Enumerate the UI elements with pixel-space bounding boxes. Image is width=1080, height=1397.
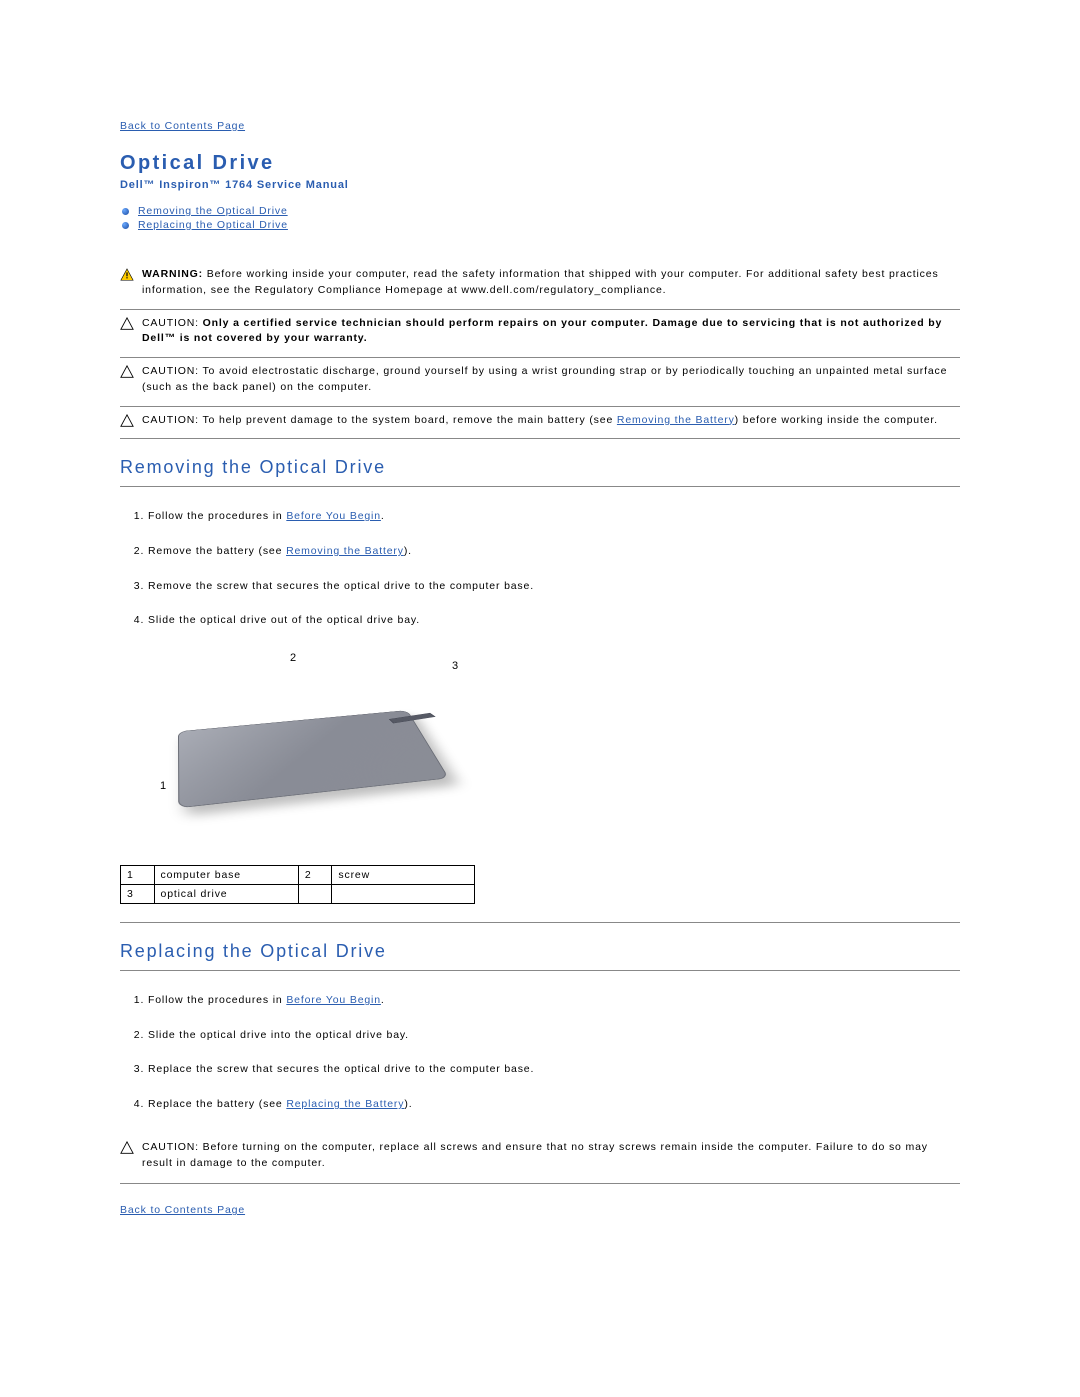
caution-final-text: Before turning on the computer, replace …: [142, 1141, 928, 1169]
caution-battery-before: To help prevent damage to the system boa…: [202, 414, 616, 426]
caution-prefix: CAUTION:: [142, 317, 203, 329]
divider: [120, 922, 960, 923]
step-text: ).: [404, 545, 412, 557]
toc-link-removing[interactable]: Removing the Optical Drive: [138, 205, 288, 217]
removing-steps: Follow the procedures in Before You Begi…: [120, 509, 960, 628]
step-text: Slide the optical drive out of the optic…: [148, 614, 420, 626]
caution-battery: CAUTION: To help prevent damage to the s…: [120, 407, 960, 435]
link-replacing-battery[interactable]: Replacing the Battery: [286, 1098, 404, 1110]
caution-esd-text: To avoid electrostatic discharge, ground…: [142, 365, 947, 393]
caution-authorized: CAUTION: Only a certified service techni…: [120, 310, 960, 354]
table-row: 3 optical drive: [121, 885, 475, 904]
link-before-you-begin[interactable]: Before You Begin: [286, 994, 381, 1006]
figure-optical-drive: 1 2 3: [140, 650, 470, 845]
step-text: .: [381, 510, 385, 522]
cell-3-label: optical drive: [154, 885, 298, 904]
step-text: Follow the procedures in: [148, 994, 286, 1006]
back-to-contents-link-bottom[interactable]: Back to Contents Page: [120, 1204, 960, 1216]
warning-prefix: WARNING:: [142, 268, 207, 280]
link-removing-battery[interactable]: Removing the Battery: [286, 545, 404, 557]
caution-icon: [120, 414, 134, 428]
page-title: Optical Drive: [120, 152, 960, 175]
toc-link-replacing[interactable]: Replacing the Optical Drive: [138, 219, 288, 231]
callout-2: 2: [290, 652, 297, 664]
cell-1-label: computer base: [154, 866, 298, 885]
caution-icon: [120, 1141, 134, 1155]
step-text: Follow the procedures in: [148, 510, 286, 522]
back-to-contents-link-top[interactable]: Back to Contents Page: [120, 120, 960, 132]
warning-text: Before working inside your computer, rea…: [142, 268, 939, 296]
link-before-you-begin[interactable]: Before You Begin: [286, 510, 381, 522]
callout-1: 1: [160, 780, 167, 792]
replacing-steps: Follow the procedures in Before You Begi…: [120, 993, 960, 1112]
caution-prefix: CAUTION:: [142, 414, 202, 426]
replacing-step-2: Slide the optical drive into the optical…: [148, 1028, 960, 1043]
removing-step-3: Remove the screw that secures the optica…: [148, 579, 960, 594]
table-row: 1 computer base 2 screw: [121, 866, 475, 885]
step-text: ).: [404, 1098, 412, 1110]
warning-safety: WARNING: Before working inside your comp…: [120, 261, 960, 305]
cell-empty: [298, 885, 332, 904]
page-subtitle: Dell™ Inspiron™ 1764 Service Manual: [120, 179, 960, 191]
cell-2-num: 2: [298, 866, 332, 885]
replacing-step-1: Follow the procedures in Before You Begi…: [148, 993, 960, 1008]
section-replacing-title: Replacing the Optical Drive: [120, 941, 960, 971]
link-removing-battery[interactable]: Removing the Battery: [617, 414, 735, 426]
caution-esd: CAUTION: To avoid electrostatic discharg…: [120, 358, 960, 402]
caution-prefix: CAUTION:: [142, 1141, 203, 1153]
divider: [120, 1183, 960, 1184]
step-text: .: [381, 994, 385, 1006]
parts-table: 1 computer base 2 screw 3 optical drive: [120, 865, 475, 904]
caution-icon: [120, 317, 134, 331]
step-text: Replace the battery (see: [148, 1098, 286, 1110]
divider: [120, 438, 960, 439]
removing-step-4: Slide the optical drive out of the optic…: [148, 613, 960, 628]
caution-final: CAUTION: Before turning on the computer,…: [120, 1134, 960, 1178]
cell-2-label: screw: [332, 866, 475, 885]
cell-1-num: 1: [121, 866, 155, 885]
step-text: Replace the screw that secures the optic…: [148, 1063, 534, 1075]
replacing-step-3: Replace the screw that secures the optic…: [148, 1062, 960, 1077]
step-text: Remove the battery (see: [148, 545, 286, 557]
step-text: Remove the screw that secures the optica…: [148, 580, 534, 592]
callout-3: 3: [452, 660, 459, 672]
caution-auth-bold: Only a certified service technician shou…: [142, 317, 942, 345]
replacing-step-4: Replace the battery (see Replacing the B…: [148, 1097, 960, 1112]
cell-3-num: 3: [121, 885, 155, 904]
removing-step-2: Remove the battery (see Removing the Bat…: [148, 544, 960, 559]
step-text: Slide the optical drive into the optical…: [148, 1029, 409, 1041]
caution-prefix: CAUTION:: [142, 365, 202, 377]
laptop-illustration: [178, 710, 449, 808]
caution-icon: [120, 365, 134, 379]
removing-step-1: Follow the procedures in Before You Begi…: [148, 509, 960, 524]
section-removing-title: Removing the Optical Drive: [120, 457, 960, 487]
cell-empty: [332, 885, 475, 904]
warning-icon: [120, 268, 134, 282]
toc-list: Removing the Optical Drive Replacing the…: [120, 205, 960, 231]
caution-battery-after: ) before working inside the computer.: [735, 414, 938, 426]
